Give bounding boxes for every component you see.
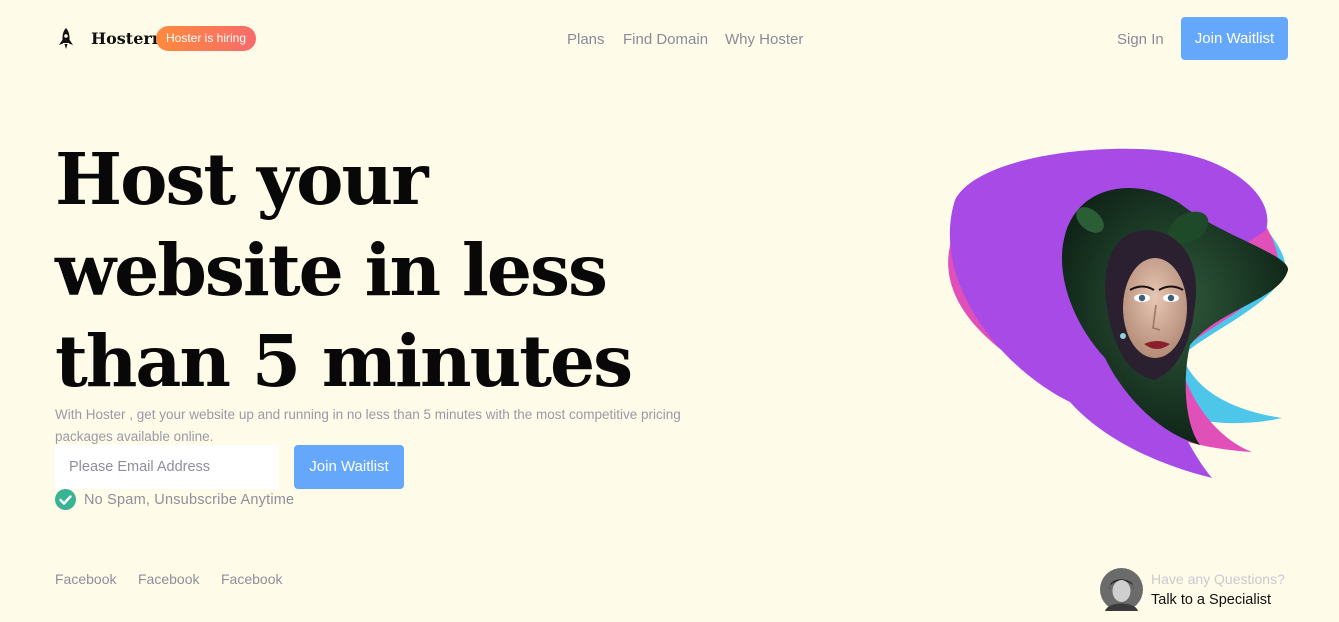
join-waitlist-button[interactable]: Join Waitlist: [294, 445, 404, 489]
support-question: Have any Questions?: [1151, 571, 1285, 587]
sign-in-link[interactable]: Sign In: [1117, 31, 1164, 48]
talk-to-specialist-link[interactable]: Talk to a Specialist: [1151, 592, 1271, 608]
specialist-avatar[interactable]: [1100, 568, 1143, 611]
nav-link-find-domain[interactable]: Find Domain: [623, 31, 708, 48]
hero-portrait-illustration: [948, 148, 1289, 479]
join-waitlist-button-header[interactable]: Join Waitlist: [1181, 17, 1288, 60]
check-circle-icon: [55, 489, 76, 510]
nav-link-why-hoster[interactable]: Why Hoster: [725, 31, 803, 48]
social-link-facebook[interactable]: Facebook: [221, 571, 282, 587]
email-input[interactable]: [55, 445, 279, 489]
brand-name[interactable]: Hosterr: [91, 29, 160, 48]
hiring-badge[interactable]: Hoster is hiring: [156, 26, 257, 51]
rocket-icon[interactable]: [56, 28, 76, 50]
social-link-facebook[interactable]: Facebook: [138, 571, 199, 587]
social-link-facebook[interactable]: Facebook: [55, 571, 116, 587]
hero-subtext: With Hoster , get your website up and ru…: [55, 407, 681, 444]
no-spam-note: No Spam, Unsubscribe Anytime: [84, 492, 295, 508]
hero-headline: Host your website in less than 5 minutes: [55, 137, 633, 403]
nav-link-plans[interactable]: Plans: [567, 31, 605, 48]
